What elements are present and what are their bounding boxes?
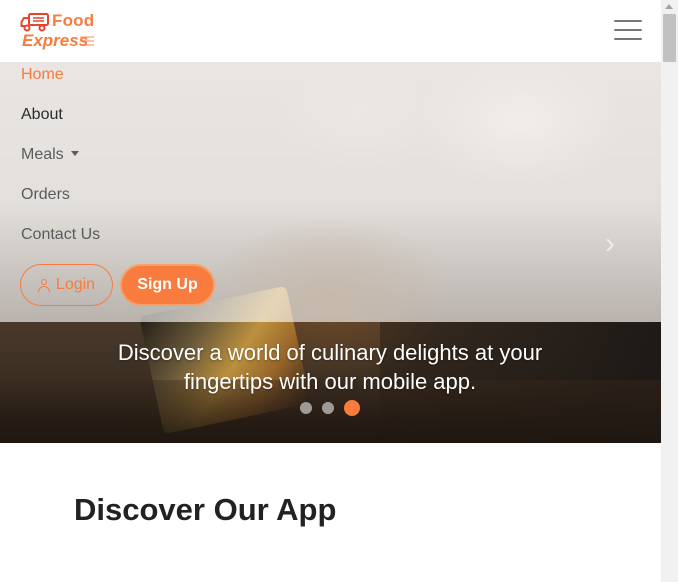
carousel-indicator-3[interactable]: [344, 400, 360, 416]
brand-logo[interactable]: Food Express: [20, 10, 96, 54]
caret-down-icon: [70, 151, 79, 156]
nav-link-meals-dropdown[interactable]: Meals: [21, 146, 79, 164]
nav-link-orders[interactable]: Orders: [21, 186, 70, 204]
section-title: Discover Our App: [74, 492, 337, 527]
nav-link-about[interactable]: About: [21, 106, 63, 124]
login-button[interactable]: Login: [20, 264, 113, 306]
scrollbar-thumb[interactable]: [663, 14, 676, 62]
chevron-right-icon[interactable]: ›: [600, 229, 620, 259]
carousel-caption: Discover a world of culinary delights at…: [117, 340, 543, 394]
carousel-indicator-1[interactable]: [300, 402, 312, 414]
delivery-truck-icon: [20, 13, 49, 32]
login-button-label: Login: [55, 276, 96, 293]
carousel-indicator-2[interactable]: [322, 402, 334, 414]
nav-link-home[interactable]: Home: [21, 66, 64, 84]
scroll-up-arrow-icon[interactable]: [665, 4, 673, 9]
nav-link-meals-label: Meals: [21, 146, 64, 163]
brand-name-express: Express: [22, 31, 89, 50]
navbar: [0, 0, 661, 62]
carousel-indicators: [300, 400, 360, 416]
brand-name-food: Food: [52, 11, 95, 30]
hamburger-menu-icon[interactable]: [612, 17, 644, 43]
nav-link-contact-us[interactable]: Contact Us: [21, 226, 100, 244]
signup-button[interactable]: Sign Up: [120, 264, 215, 306]
page-scrollbar[interactable]: [661, 0, 678, 582]
user-icon: [37, 278, 50, 292]
